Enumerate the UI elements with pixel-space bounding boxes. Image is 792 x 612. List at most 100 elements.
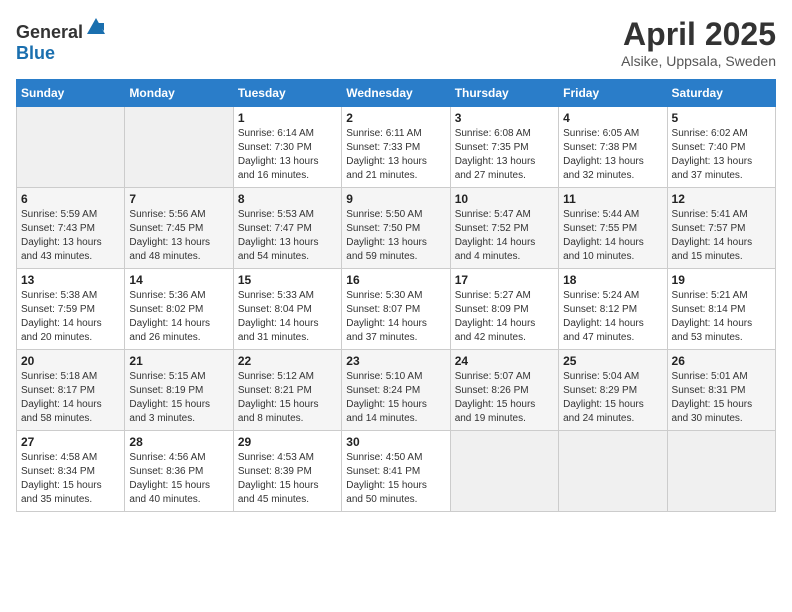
calendar-cell: 24 Sunrise: 5:07 AM Sunset: 8:26 PM Dayli… — [450, 350, 558, 431]
day-info: Sunrise: 5:33 AM Sunset: 8:04 PM Dayligh… — [238, 289, 337, 345]
day-number: 11 — [563, 192, 662, 206]
calendar-table: SundayMondayTuesdayWednesdayThursdayFrid… — [16, 79, 776, 512]
day-number: 21 — [129, 354, 228, 368]
day-info: Sunrise: 5:44 AM Sunset: 7:55 PM Dayligh… — [563, 208, 662, 264]
calendar-cell — [450, 431, 558, 512]
day-number: 4 — [563, 111, 662, 125]
day-number: 25 — [563, 354, 662, 368]
day-info: Sunrise: 5:18 AM Sunset: 8:17 PM Dayligh… — [21, 370, 120, 426]
day-info: Sunrise: 4:50 AM Sunset: 8:41 PM Dayligh… — [346, 451, 445, 507]
calendar-subtitle: Alsike, Uppsala, Sweden — [621, 53, 776, 69]
weekday-header-sunday: Sunday — [17, 80, 125, 107]
day-number: 12 — [672, 192, 771, 206]
calendar-week-2: 6 Sunrise: 5:59 AM Sunset: 7:43 PM Daylig… — [17, 188, 776, 269]
day-number: 7 — [129, 192, 228, 206]
day-number: 2 — [346, 111, 445, 125]
day-info: Sunrise: 5:15 AM Sunset: 8:19 PM Dayligh… — [129, 370, 228, 426]
calendar-cell: 17Sunrise: 5:27 AM Sunset: 8:09 PM Dayli… — [450, 269, 558, 350]
calendar-cell: 5 Sunrise: 6:02 AM Sunset: 7:40 PM Daylig… — [667, 107, 775, 188]
day-info: Sunrise: 5:04 AM Sunset: 8:29 PM Dayligh… — [563, 370, 662, 426]
calendar-cell: 22 Sunrise: 5:12 AM Sunset: 8:21 PM Dayli… — [233, 350, 341, 431]
day-info: Sunrise: 5:36 AM Sunset: 8:02 PM Dayligh… — [129, 289, 228, 345]
calendar-cell: 3Sunrise: 6:08 AM Sunset: 7:35 PM Daylig… — [450, 107, 558, 188]
day-info: Sunrise: 5:38 AM Sunset: 7:59 PM Dayligh… — [21, 289, 120, 345]
day-number: 19 — [672, 273, 771, 287]
day-info: Sunrise: 5:30 AM Sunset: 8:07 PM Dayligh… — [346, 289, 445, 345]
calendar-week-5: 27Sunrise: 4:58 AM Sunset: 8:34 PM Dayli… — [17, 431, 776, 512]
calendar-week-1: 1 Sunrise: 6:14 AM Sunset: 7:30 PM Daylig… — [17, 107, 776, 188]
weekday-header-saturday: Saturday — [667, 80, 775, 107]
calendar-cell: 9 Sunrise: 5:50 AM Sunset: 7:50 PM Daylig… — [342, 188, 450, 269]
calendar-cell: 16 Sunrise: 5:30 AM Sunset: 8:07 PM Dayli… — [342, 269, 450, 350]
calendar-cell: 30 Sunrise: 4:50 AM Sunset: 8:41 PM Dayli… — [342, 431, 450, 512]
calendar-cell: 19 Sunrise: 5:21 AM Sunset: 8:14 PM Dayli… — [667, 269, 775, 350]
day-number: 15 — [238, 273, 337, 287]
day-number: 3 — [455, 111, 554, 125]
day-number: 23 — [346, 354, 445, 368]
calendar-cell: 25 Sunrise: 5:04 AM Sunset: 8:29 PM Dayli… — [559, 350, 667, 431]
day-info: Sunrise: 6:05 AM Sunset: 7:38 PM Dayligh… — [563, 127, 662, 183]
calendar-cell — [125, 107, 233, 188]
day-info: Sunrise: 4:53 AM Sunset: 8:39 PM Dayligh… — [238, 451, 337, 507]
day-number: 16 — [346, 273, 445, 287]
day-number: 27 — [21, 435, 120, 449]
day-info: Sunrise: 6:14 AM Sunset: 7:30 PM Dayligh… — [238, 127, 337, 183]
calendar-cell: 4 Sunrise: 6:05 AM Sunset: 7:38 PM Daylig… — [559, 107, 667, 188]
calendar-cell: 20 Sunrise: 5:18 AM Sunset: 8:17 PM Dayli… — [17, 350, 125, 431]
title-block: April 2025 Alsike, Uppsala, Sweden — [621, 16, 776, 69]
day-info: Sunrise: 4:56 AM Sunset: 8:36 PM Dayligh… — [129, 451, 228, 507]
day-info: Sunrise: 5:24 AM Sunset: 8:12 PM Dayligh… — [563, 289, 662, 345]
day-info: Sunrise: 5:56 AM Sunset: 7:45 PM Dayligh… — [129, 208, 228, 264]
calendar-title: April 2025 — [621, 16, 776, 53]
calendar-cell: 29 Sunrise: 4:53 AM Sunset: 8:39 PM Dayli… — [233, 431, 341, 512]
day-info: Sunrise: 5:21 AM Sunset: 8:14 PM Dayligh… — [672, 289, 771, 345]
weekday-header-wednesday: Wednesday — [342, 80, 450, 107]
weekday-header-friday: Friday — [559, 80, 667, 107]
weekday-header-thursday: Thursday — [450, 80, 558, 107]
calendar-cell: 12 Sunrise: 5:41 AM Sunset: 7:57 PM Dayli… — [667, 188, 775, 269]
calendar-cell — [667, 431, 775, 512]
day-number: 18 — [563, 273, 662, 287]
day-number: 29 — [238, 435, 337, 449]
day-number: 24 — [455, 354, 554, 368]
day-info: Sunrise: 5:41 AM Sunset: 7:57 PM Dayligh… — [672, 208, 771, 264]
calendar-cell: 10Sunrise: 5:47 AM Sunset: 7:52 PM Dayli… — [450, 188, 558, 269]
day-number: 28 — [129, 435, 228, 449]
logo-blue: Blue — [16, 43, 55, 63]
day-number: 13 — [21, 273, 120, 287]
logo-text: General Blue — [16, 16, 107, 64]
day-number: 17 — [455, 273, 554, 287]
calendar-cell: 6 Sunrise: 5:59 AM Sunset: 7:43 PM Daylig… — [17, 188, 125, 269]
day-info: Sunrise: 5:07 AM Sunset: 8:26 PM Dayligh… — [455, 370, 554, 426]
day-info: Sunrise: 5:59 AM Sunset: 7:43 PM Dayligh… — [21, 208, 120, 264]
day-number: 14 — [129, 273, 228, 287]
weekday-header-row: SundayMondayTuesdayWednesdayThursdayFrid… — [17, 80, 776, 107]
day-number: 9 — [346, 192, 445, 206]
day-info: Sunrise: 6:02 AM Sunset: 7:40 PM Dayligh… — [672, 127, 771, 183]
calendar-week-4: 20 Sunrise: 5:18 AM Sunset: 8:17 PM Dayli… — [17, 350, 776, 431]
day-info: Sunrise: 5:01 AM Sunset: 8:31 PM Dayligh… — [672, 370, 771, 426]
day-number: 6 — [21, 192, 120, 206]
calendar-cell: 8 Sunrise: 5:53 AM Sunset: 7:47 PM Daylig… — [233, 188, 341, 269]
calendar-cell: 21 Sunrise: 5:15 AM Sunset: 8:19 PM Dayli… — [125, 350, 233, 431]
day-number: 22 — [238, 354, 337, 368]
weekday-header-monday: Monday — [125, 80, 233, 107]
day-info: Sunrise: 5:53 AM Sunset: 7:47 PM Dayligh… — [238, 208, 337, 264]
calendar-cell — [17, 107, 125, 188]
day-info: Sunrise: 6:11 AM Sunset: 7:33 PM Dayligh… — [346, 127, 445, 183]
day-info: Sunrise: 5:47 AM Sunset: 7:52 PM Dayligh… — [455, 208, 554, 264]
day-number: 5 — [672, 111, 771, 125]
day-number: 20 — [21, 354, 120, 368]
day-number: 30 — [346, 435, 445, 449]
day-number: 26 — [672, 354, 771, 368]
page-header: General Blue April 2025 Alsike, Uppsala,… — [16, 16, 776, 69]
weekday-header-tuesday: Tuesday — [233, 80, 341, 107]
calendar-cell: 18 Sunrise: 5:24 AM Sunset: 8:12 PM Dayli… — [559, 269, 667, 350]
day-info: Sunrise: 5:12 AM Sunset: 8:21 PM Dayligh… — [238, 370, 337, 426]
day-info: Sunrise: 5:50 AM Sunset: 7:50 PM Dayligh… — [346, 208, 445, 264]
logo-general: General — [16, 22, 83, 42]
calendar-cell: 11 Sunrise: 5:44 AM Sunset: 7:55 PM Dayli… — [559, 188, 667, 269]
day-number: 8 — [238, 192, 337, 206]
logo: General Blue — [16, 16, 107, 64]
day-number: 1 — [238, 111, 337, 125]
